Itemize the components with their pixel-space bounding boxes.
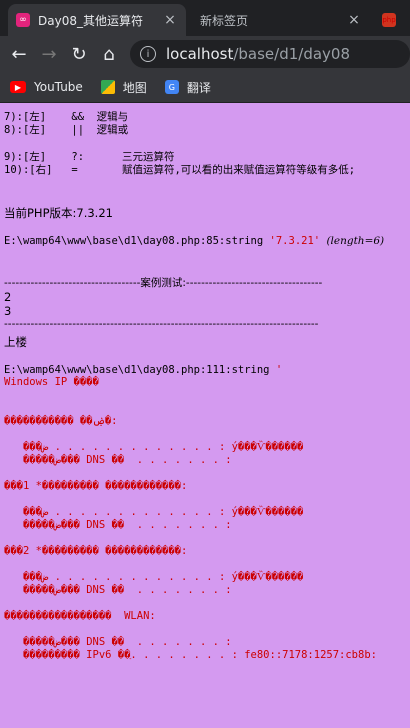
dump-path: E:\wamp64\www\base\d1\day08.php:111: xyxy=(4,364,232,376)
dump-type: string xyxy=(231,364,270,376)
bookmark-maps[interactable]: 地图 xyxy=(100,79,147,96)
dump-length: (length=6) xyxy=(326,235,385,247)
bookmark-youtube[interactable]: ▶ YouTube xyxy=(10,80,83,94)
tab-favicon-icon: ∞ xyxy=(16,13,30,27)
tab-close-icon[interactable]: × xyxy=(162,12,178,28)
output-upstairs: 上楼 xyxy=(4,335,27,349)
bookmark-label: YouTube xyxy=(34,80,83,94)
forward-icon[interactable]: → xyxy=(34,39,64,69)
browser-chrome: ∞ Day08_其他运算符 × 新标签页 × php ← → ↻ ⌂ i loc… xyxy=(0,0,410,103)
address-bar[interactable]: i localhost/base/d1/day08 xyxy=(130,40,410,68)
operator-list-2: 9):[左] ?: 三元运算符 10):[右] = 赋值运算符,可以看的出来赋值… xyxy=(4,151,356,176)
bookmark-label: 地图 xyxy=(122,80,147,95)
url-path: /base/d1/day08 xyxy=(233,45,351,63)
url-host: localhost xyxy=(166,45,234,63)
tab-close-icon[interactable]: × xyxy=(346,12,362,28)
tab-day08[interactable]: ∞ Day08_其他运算符 × xyxy=(8,4,186,36)
translate-icon: G xyxy=(164,80,179,94)
bookmarks-bar: ▶ YouTube 地图 G 翻译 xyxy=(0,72,410,103)
tab-strip: ∞ Day08_其他运算符 × 新标签页 × php xyxy=(0,0,410,36)
tab-php[interactable]: php xyxy=(378,4,410,36)
tab-title: Day08_其他运算符 xyxy=(38,13,143,28)
var-dump-2: E:\wamp64\www\base\d1\day08.php:111:stri… xyxy=(4,364,406,376)
output-line: 2 xyxy=(4,290,12,304)
dump-path: E:\wamp64\www\base\d1\day08.php:85: xyxy=(4,235,226,247)
bookmark-translate[interactable]: G 翻译 xyxy=(164,79,211,96)
divider: ----------------------------------------… xyxy=(4,318,319,330)
info-icon[interactable]: i xyxy=(140,46,156,62)
reload-icon[interactable]: ↻ xyxy=(64,39,94,69)
back-icon[interactable]: ← xyxy=(4,39,34,69)
output-line: 3 xyxy=(4,304,12,318)
php-version: 当前PHP版本:7.3.21 xyxy=(4,206,113,220)
toolbar: ← → ↻ ⌂ i localhost/base/d1/day08 xyxy=(0,36,410,72)
tab-title: 新标签页 xyxy=(200,13,249,28)
dump-value: ' xyxy=(275,364,283,376)
var-dump-1: E:\wamp64\www\base\d1\day08.php:85:strin… xyxy=(4,235,406,247)
home-icon[interactable]: ⌂ xyxy=(94,39,124,69)
tab-new-tab[interactable]: 新标签页 × xyxy=(190,4,370,36)
maps-icon xyxy=(100,80,115,94)
youtube-icon: ▶ xyxy=(10,81,26,93)
dump-value: '7.3.21' xyxy=(269,235,321,247)
bookmark-label: 翻译 xyxy=(186,80,211,95)
operator-list-1: 7):[左] && 逻辑与 8):[左] || 逻辑或 xyxy=(4,111,129,136)
page-content: 7):[左] && 逻辑与 8):[左] || 逻辑或 9):[左] ?: 三元… xyxy=(0,103,410,662)
ipconfig-output: Windows IP ���� ����������� ��ۻ�: ���ض .… xyxy=(4,376,377,661)
dump-type: string xyxy=(225,235,264,247)
php-favicon-icon: php xyxy=(382,13,396,27)
case-divider: ------------------------------------案例测试… xyxy=(4,277,323,289)
